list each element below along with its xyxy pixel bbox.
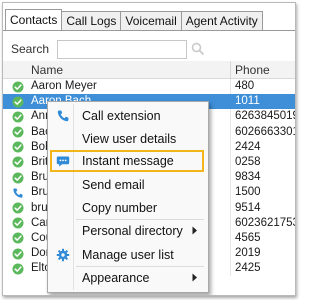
column-divider[interactable] <box>230 61 231 78</box>
status-available-icon <box>12 263 24 275</box>
submenu-arrow-icon <box>192 226 197 235</box>
on-call-icon <box>13 188 23 198</box>
contacts-panel: Contacts Call Logs Voicemail Agent Activ… <box>2 2 296 296</box>
menu-item-label: Send email <box>82 178 145 192</box>
column-divider <box>230 200 231 216</box>
search-input[interactable] <box>57 39 187 59</box>
contact-phone: 2019 <box>235 247 261 260</box>
column-divider <box>230 109 231 125</box>
phone-icon <box>57 110 69 122</box>
menu-item-label: View user details <box>82 132 177 146</box>
status-available-icon <box>12 202 24 214</box>
contact-phone: 6263845019 <box>235 110 296 123</box>
contact-phone: 1011 <box>235 95 260 108</box>
tab-voicemail[interactable]: Voicemail <box>120 11 182 31</box>
contact-phone: 6023621753 <box>235 216 296 229</box>
status-available-icon <box>12 81 24 92</box>
menu-item-label: Manage user list <box>82 248 174 262</box>
status-available-icon <box>12 217 24 229</box>
column-divider <box>230 230 231 247</box>
column-divider <box>230 124 231 140</box>
status-available-icon <box>12 232 24 244</box>
menu-item-call-extension[interactable]: Call extension <box>50 105 206 127</box>
tab-divider <box>3 30 295 31</box>
contact-phone: 0258 <box>235 155 261 168</box>
search-bar: Search <box>11 39 205 59</box>
menu-item-personal-directory[interactable]: Personal directory <box>50 220 206 242</box>
menu-item-instant-message[interactable]: Instant message <box>50 150 204 172</box>
menu-item-view-user-details[interactable]: View user details <box>50 128 206 150</box>
contact-phone: 2425 <box>235 262 261 275</box>
menu-item-copy-number[interactable]: Copy number <box>50 197 206 219</box>
column-divider <box>230 170 231 186</box>
status-available-icon <box>12 172 24 184</box>
contact-row[interactable]: Aaron Meyer 480 <box>3 79 295 95</box>
search-icon[interactable] <box>191 42 205 56</box>
contact-phone: 1500 <box>235 186 261 199</box>
status-available-icon <box>12 111 24 123</box>
status-available-icon <box>12 126 24 138</box>
tab-bar: Contacts Call Logs Voicemail Agent Activ… <box>5 9 263 31</box>
column-header-name[interactable]: Name <box>31 63 63 77</box>
column-divider <box>230 261 231 277</box>
status-available-icon <box>12 248 24 260</box>
column-divider <box>230 246 231 262</box>
menu-item-label: Call extension <box>82 109 161 123</box>
contact-name: Aaron Meyer <box>31 80 97 92</box>
status-available-icon <box>12 141 24 153</box>
contact-phone: 480 <box>235 80 255 92</box>
column-divider <box>230 79 231 95</box>
search-label: Search <box>11 42 50 56</box>
chat-bubble-icon <box>56 156 70 167</box>
contact-phone: 9514 <box>235 201 261 214</box>
column-divider <box>230 139 231 155</box>
column-header-phone[interactable]: Phone <box>235 63 270 77</box>
tab-call-logs[interactable]: Call Logs <box>61 11 122 31</box>
status-available-icon <box>12 96 24 108</box>
tab-agent-activity[interactable]: Agent Activity <box>180 11 263 31</box>
menu-item-manage-user-list[interactable]: Manage user list <box>50 244 206 266</box>
status-available-icon <box>12 156 24 168</box>
column-divider <box>230 94 231 109</box>
contact-phone: 6026663301 <box>235 125 296 138</box>
column-divider <box>230 185 231 201</box>
menu-item-label: Instant message <box>82 154 174 168</box>
contact-phone: 4565 <box>235 231 261 244</box>
contact-phone: 9834 <box>235 171 261 184</box>
menu-item-appearance[interactable]: Appearance <box>50 267 206 289</box>
menu-item-label: Personal directory <box>82 224 183 238</box>
gear-icon <box>56 248 70 262</box>
column-divider <box>230 215 231 231</box>
menu-item-send-email[interactable]: Send email <box>50 174 206 196</box>
column-divider <box>230 154 231 171</box>
column-headers: Name Phone <box>3 61 295 79</box>
menu-item-label: Copy number <box>82 201 158 215</box>
contact-phone: 2424 <box>235 140 261 153</box>
submenu-arrow-icon <box>192 273 197 282</box>
context-menu: Call extension View user details Instant m… <box>47 101 209 293</box>
menu-item-label: Appearance <box>82 271 150 285</box>
tab-contacts[interactable]: Contacts <box>5 9 63 31</box>
